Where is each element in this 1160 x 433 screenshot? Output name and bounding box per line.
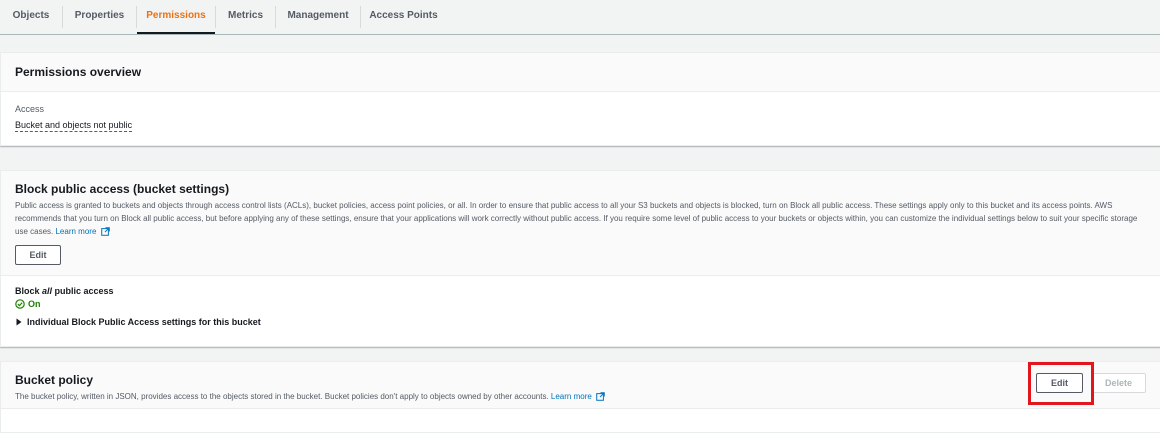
setting-suffix: public access xyxy=(52,286,114,296)
individual-settings-expander[interactable]: Individual Block Public Access settings … xyxy=(15,317,261,327)
learn-more-text: Learn more xyxy=(55,227,97,236)
status-text: On xyxy=(28,299,41,309)
external-link-icon xyxy=(100,227,110,237)
learn-more-text: Learn more xyxy=(550,392,592,401)
external-link-icon xyxy=(596,392,605,402)
tab-metrics[interactable]: Metrics xyxy=(216,0,275,33)
tab-access-points[interactable]: Access Points xyxy=(361,0,446,33)
description-text: Public access is granted to buckets and … xyxy=(15,201,1138,236)
bucket-policy-title: Bucket policy xyxy=(15,373,94,387)
tab-permissions[interactable]: Permissions xyxy=(137,0,215,34)
caret-right-icon xyxy=(16,318,22,326)
permissions-overview-title: Permissions overview xyxy=(15,65,142,79)
permissions-overview-panel: Permissions overview Access Bucket and o… xyxy=(0,52,1160,146)
access-value[interactable]: Bucket and objects not public xyxy=(15,120,133,132)
permissions-overview-header: Permissions overview xyxy=(1,53,1160,92)
block-all-public-access-heading: Block all public access xyxy=(15,286,114,296)
setting-emphasis: all xyxy=(42,286,53,296)
individual-settings-label: Individual Block Public Access settings … xyxy=(27,317,261,327)
learn-more-link[interactable]: Learn more xyxy=(55,227,110,237)
block-public-access-header: Block public access (bucket settings) Pu… xyxy=(1,171,1160,276)
block-public-access-edit-button[interactable]: Edit xyxy=(15,245,61,265)
highlight-box xyxy=(1028,362,1094,405)
setting-prefix: Block xyxy=(15,286,43,296)
status-on: On xyxy=(15,299,41,309)
block-public-access-panel: Block public access (bucket settings) Pu… xyxy=(0,170,1160,347)
tab-properties[interactable]: Properties xyxy=(63,0,136,33)
bucket-policy-delete-button[interactable]: Delete xyxy=(1091,373,1146,393)
description-text: The bucket policy, written in JSON, prov… xyxy=(15,392,549,401)
tab-management[interactable]: Management xyxy=(276,0,360,33)
tab-bar: Objects Properties Permissions Metrics M… xyxy=(0,0,1160,35)
tab-objects[interactable]: Objects xyxy=(0,0,62,33)
bucket-policy-header: Bucket policy The bucket policy, written… xyxy=(1,362,1160,409)
check-circle-icon xyxy=(15,299,25,309)
block-public-access-description: Public access is granted to buckets and … xyxy=(15,199,1140,238)
block-public-access-title: Block public access (bucket settings) xyxy=(15,182,230,196)
bucket-policy-panel: Bucket policy The bucket policy, written… xyxy=(0,361,1160,433)
bucket-policy-description: The bucket policy, written in JSON, prov… xyxy=(15,390,995,403)
learn-more-link[interactable]: Learn more xyxy=(550,392,605,402)
access-label: Access xyxy=(15,104,45,114)
